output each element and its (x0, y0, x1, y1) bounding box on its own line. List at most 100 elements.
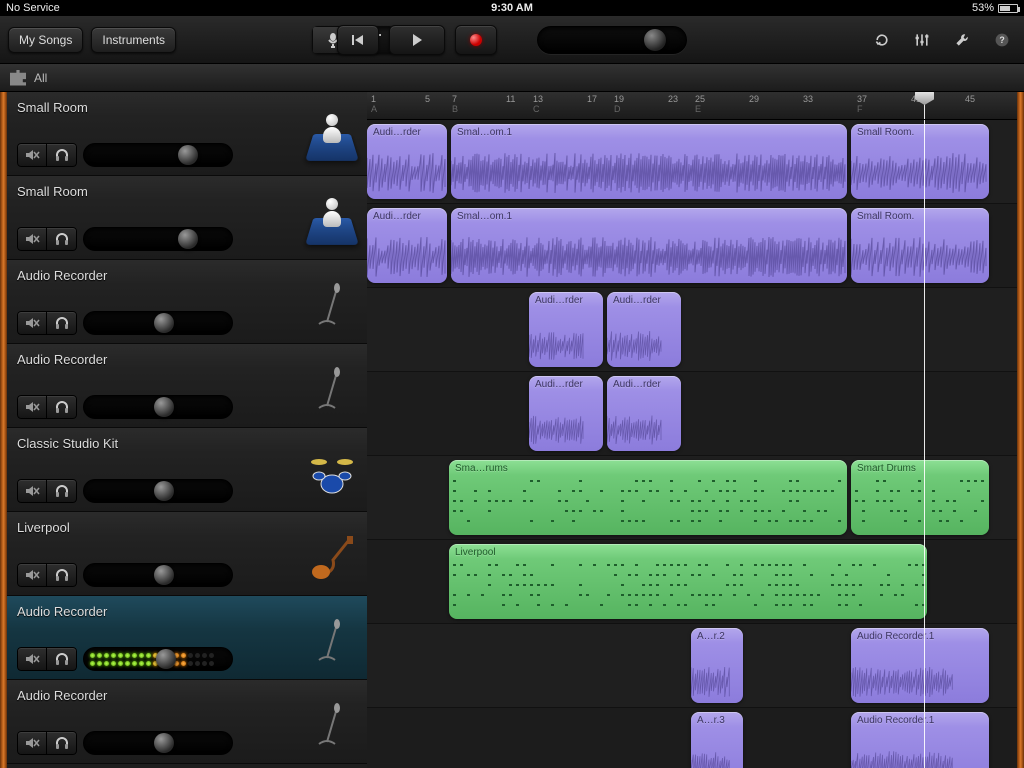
volume-knob[interactable] (156, 649, 176, 669)
help-button[interactable]: ? (988, 26, 1016, 54)
volume-knob[interactable] (178, 229, 198, 249)
track-instrument-icon[interactable] (307, 196, 357, 246)
midi-region[interactable]: Liverpool (449, 544, 927, 619)
audio-region[interactable]: Audio Recorder.1 (851, 712, 989, 768)
mute-button[interactable] (17, 647, 47, 671)
audio-region[interactable]: Audio Recorder.1 (851, 628, 989, 703)
track-row[interactable]: Small Room (7, 92, 367, 176)
headphones-button[interactable] (47, 479, 77, 503)
lane[interactable]: Sma…rums Smart Drums (367, 456, 1017, 540)
track-volume-slider[interactable] (83, 731, 233, 755)
mute-button[interactable] (17, 395, 47, 419)
track-meter[interactable] (83, 647, 233, 671)
master-volume-knob[interactable] (644, 29, 666, 51)
ruler-mark: 13C (533, 94, 543, 114)
track-volume-slider[interactable] (83, 563, 233, 587)
track-row[interactable]: Audio Recorder (7, 344, 367, 428)
volume-knob[interactable] (154, 481, 174, 501)
track-instrument-icon[interactable] (307, 448, 357, 498)
region-label: Audio Recorder.1 (857, 631, 983, 642)
settings-button[interactable] (948, 26, 976, 54)
svg-text:?: ? (999, 35, 1004, 45)
track-row[interactable]: Liverpool (7, 512, 367, 596)
volume-knob[interactable] (154, 565, 174, 585)
ruler-mark: 45 (965, 94, 975, 104)
lane[interactable]: A…r.2 Audio Recorder.1 (367, 624, 1017, 708)
region-label: Sma…rums (455, 463, 841, 474)
ruler[interactable]: 1A57B1113C1719D2325E293337F4145 (367, 92, 1017, 120)
headphones-icon (54, 315, 70, 331)
wrench-icon (954, 32, 970, 48)
mute-button[interactable] (17, 479, 47, 503)
mute-button[interactable] (17, 311, 47, 335)
track-instrument-icon[interactable] (307, 364, 357, 414)
track-row[interactable]: Small Room (7, 176, 367, 260)
master-volume-slider[interactable] (537, 26, 687, 54)
headphones-button[interactable] (47, 563, 77, 587)
mute-button[interactable] (17, 731, 47, 755)
track-instrument-icon[interactable] (307, 616, 357, 666)
loop-button[interactable] (868, 26, 896, 54)
playhead[interactable] (924, 92, 925, 119)
track-volume-slider[interactable] (83, 143, 233, 167)
headphones-icon (54, 231, 70, 247)
mute-icon (24, 483, 40, 499)
audio-region[interactable]: Smal…om.1 (451, 124, 847, 199)
timeline[interactable]: 1A57B1113C1719D2325E293337F4145 Audi…rde… (367, 92, 1017, 768)
audio-region[interactable]: Audi…rder (529, 376, 603, 451)
audio-region[interactable]: Audi…rder (607, 376, 681, 451)
instruments-button[interactable]: Instruments (91, 27, 176, 53)
lane[interactable]: Audi…rderSmal…om.1Small Room. (367, 120, 1017, 204)
lane[interactable]: Audi…rderAudi…rder (367, 288, 1017, 372)
sections-label[interactable]: All (34, 71, 47, 85)
track-instrument-icon[interactable] (307, 280, 357, 330)
rewind-button[interactable] (337, 25, 379, 55)
track-row[interactable]: Audio Recorder (7, 680, 367, 764)
audio-region[interactable]: Audi…rder (367, 124, 447, 199)
mixer-button[interactable] (908, 26, 936, 54)
headphones-button[interactable] (47, 395, 77, 419)
lane[interactable]: Liverpool (367, 540, 1017, 624)
headphones-button[interactable] (47, 227, 77, 251)
headphones-button[interactable] (47, 647, 77, 671)
track-row[interactable]: Audio Recorder (7, 596, 367, 680)
headphones-button[interactable] (47, 731, 77, 755)
volume-knob[interactable] (154, 733, 174, 753)
audio-region[interactable]: A…r.3 (691, 712, 743, 768)
lane[interactable]: Audi…rderSmal…om.1Small Room. (367, 204, 1017, 288)
headphones-button[interactable] (47, 143, 77, 167)
track-instrument-icon[interactable] (307, 112, 357, 162)
midi-region[interactable]: Smart Drums (851, 460, 989, 535)
track-volume-slider[interactable] (83, 395, 233, 419)
volume-knob[interactable] (178, 145, 198, 165)
audio-region[interactable]: Small Room. (851, 124, 989, 199)
audio-region[interactable]: Small Room. (851, 208, 989, 283)
audio-region[interactable]: A…r.2 (691, 628, 743, 703)
track-row[interactable]: Classic Studio Kit (7, 428, 367, 512)
audio-region[interactable]: Smal…om.1 (451, 208, 847, 283)
record-button[interactable] (455, 25, 497, 55)
lane[interactable]: Audi…rderAudi…rder (367, 372, 1017, 456)
volume-knob[interactable] (154, 313, 174, 333)
track-row[interactable]: Audio Recorder (7, 260, 367, 344)
play-button[interactable] (389, 25, 445, 55)
lane[interactable]: A…r.3 Audio Recorder.1 (367, 708, 1017, 768)
track-volume-slider[interactable] (83, 311, 233, 335)
track-volume-slider[interactable] (83, 227, 233, 251)
midi-region[interactable]: Sma…rums (449, 460, 847, 535)
audio-region[interactable]: Audi…rder (529, 292, 603, 367)
audio-region[interactable]: Audi…rder (367, 208, 447, 283)
track-name: Audio Recorder (17, 688, 357, 703)
region-label: A…r.3 (697, 715, 737, 726)
mute-button[interactable] (17, 563, 47, 587)
volume-knob[interactable] (154, 397, 174, 417)
mute-button[interactable] (17, 143, 47, 167)
mute-button[interactable] (17, 227, 47, 251)
track-instrument-icon[interactable] (307, 700, 357, 750)
track-instrument-icon[interactable] (307, 532, 357, 582)
audio-region[interactable]: Audi…rder (607, 292, 681, 367)
my-songs-button[interactable]: My Songs (8, 27, 83, 53)
track-volume-slider[interactable] (83, 479, 233, 503)
sections-icon[interactable] (10, 70, 26, 86)
headphones-button[interactable] (47, 311, 77, 335)
